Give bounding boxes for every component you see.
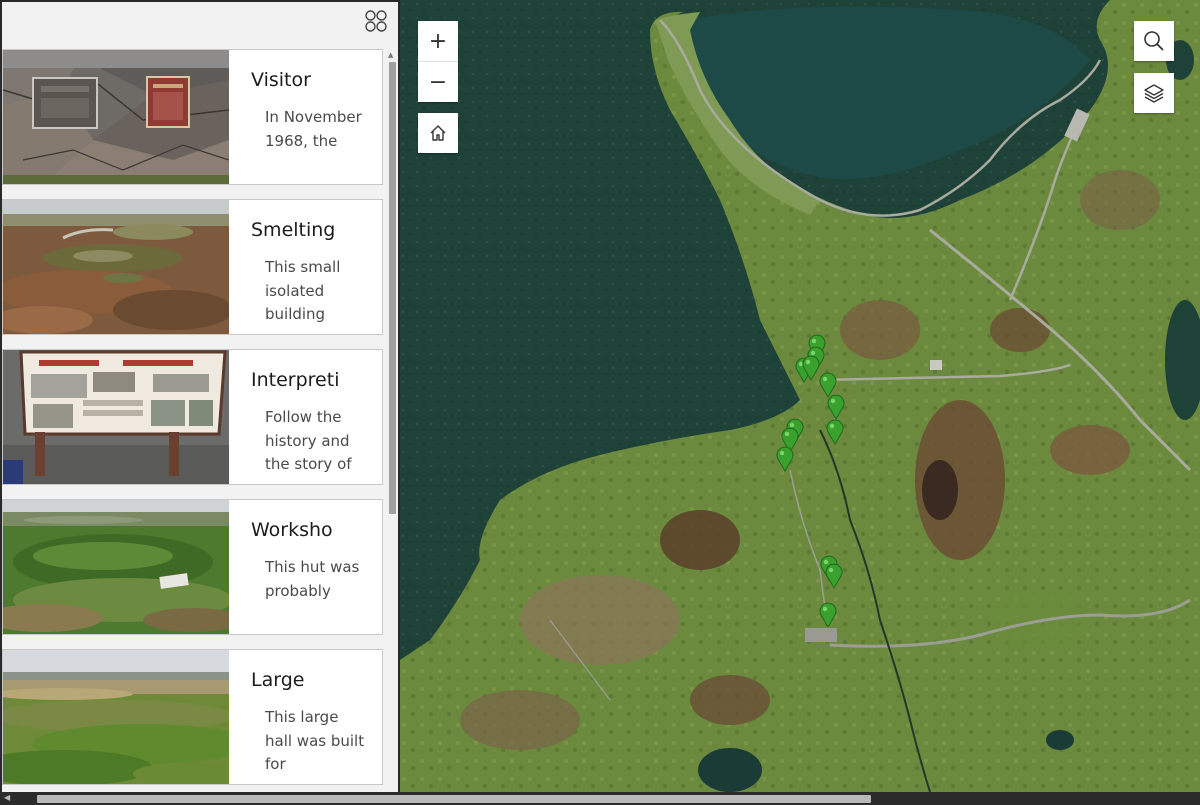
card-thumbnail	[3, 350, 229, 484]
card-description: This large hall was built for	[265, 708, 365, 773]
story-map-app: Visitor In November 1968, the Smelting T…	[0, 0, 1200, 792]
home-button[interactable]	[418, 113, 458, 153]
zoom-out-button[interactable]: −	[418, 61, 458, 102]
card-thumbnail	[3, 200, 229, 334]
card-title: Worksho	[251, 519, 333, 541]
search-icon	[1142, 29, 1166, 53]
card-title: Interpreti	[251, 369, 340, 391]
list-item[interactable]: Large This large hall was built for	[2, 649, 383, 785]
list-item[interactable]: Smelting This small isolated building	[2, 199, 383, 335]
card-description: This hut was probably	[265, 558, 360, 600]
horizontal-scrollbar-thumb[interactable]	[37, 795, 871, 803]
list-item[interactable]: Interpreti Follow the history and the st…	[2, 349, 383, 485]
card-list: Visitor In November 1968, the Smelting T…	[2, 49, 386, 792]
grid-icon[interactable]	[364, 9, 388, 33]
horizontal-scrollbar[interactable]: ◀	[0, 792, 1200, 805]
card-description: In November 1968, the	[265, 108, 362, 150]
map-marker[interactable]	[818, 602, 838, 628]
list-item[interactable]: Visitor In November 1968, the	[2, 49, 383, 185]
card-description: Follow the history and the story of	[265, 408, 352, 473]
sidebar: Visitor In November 1968, the Smelting T…	[2, 2, 398, 792]
layers-button[interactable]	[1134, 73, 1174, 113]
search-button[interactable]	[1134, 21, 1174, 61]
map-marker[interactable]	[826, 394, 846, 420]
card-thumbnail	[3, 50, 229, 184]
map-marker[interactable]	[775, 446, 795, 472]
map-marker[interactable]	[824, 563, 844, 589]
card-thumbnail	[3, 500, 229, 634]
sidebar-scrollbar-thumb[interactable]	[389, 62, 396, 514]
zoom-in-button[interactable]: +	[418, 21, 458, 61]
card-title: Large	[251, 669, 305, 691]
home-icon	[428, 123, 448, 143]
scroll-left-icon[interactable]: ◀	[4, 793, 10, 802]
map-marker[interactable]	[825, 419, 845, 445]
sidebar-header	[2, 2, 398, 46]
scroll-up-icon[interactable]: ▲	[388, 51, 393, 59]
card-thumbnail	[3, 650, 229, 784]
card-description: This small isolated building	[265, 258, 341, 323]
map-view[interactable]: + −	[400, 0, 1200, 792]
card-title: Smelting	[251, 219, 336, 241]
list-item[interactable]: Worksho This hut was probably	[2, 499, 383, 635]
card-title: Visitor	[251, 69, 311, 91]
satellite-basemap	[400, 0, 1200, 792]
layers-icon	[1143, 82, 1165, 104]
